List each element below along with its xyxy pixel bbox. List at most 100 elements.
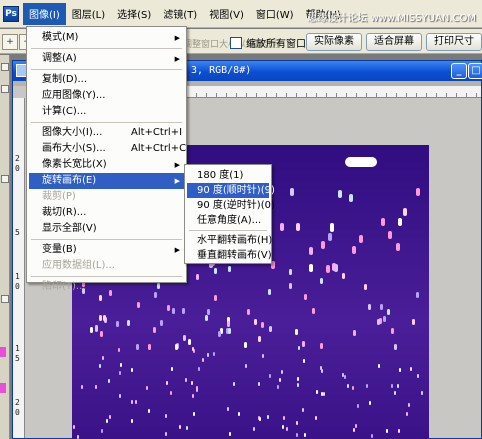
canvas-light-dot [408, 403, 410, 407]
canvas-light-dot [394, 391, 396, 395]
tool-icon[interactable] [1, 85, 9, 93]
rotate-menu-item[interactable]: 90 度(逆时针)(0) [187, 198, 275, 213]
menu-image[interactable]: 图像(I) [23, 2, 66, 25]
canvas-light-dot [218, 331, 221, 337]
image-menu-item: 应用数据组(L)... [29, 258, 184, 274]
rotate-menu-item[interactable]: 任意角度(A)... [187, 213, 269, 228]
canvas-light-dot [188, 339, 191, 345]
image-menu-item: 裁剪(P) [29, 189, 184, 205]
menu-separator [31, 239, 182, 240]
canvas-light-dot [296, 433, 298, 437]
menu-filter[interactable]: 滤镜(T) [157, 3, 203, 25]
tool-icon[interactable] [1, 295, 9, 303]
menu-view[interactable]: 视图(V) [203, 3, 250, 25]
rotate-menu-item[interactable]: 水平翻转画布(H) [187, 233, 272, 248]
canvas-light-dot [81, 385, 83, 389]
canvas-light-dot [268, 289, 271, 295]
canvas-light-dot [399, 368, 401, 372]
menu-item-label: 像素长宽比(X) [42, 159, 107, 170]
tool-icon[interactable] [1, 175, 9, 183]
image-menu-item[interactable]: 计算(C)... [29, 104, 184, 120]
zoom-all-windows-option[interactable]: 缩放所有窗口 [230, 35, 306, 50]
menu-select[interactable]: 选择(S) [111, 3, 157, 25]
canvas-light-dot [352, 246, 356, 254]
image-menu-item[interactable]: 模式(M) ▶ [29, 30, 184, 46]
canvas-light-dot [364, 284, 367, 290]
fit-screen-button[interactable]: 适合屏幕 [366, 33, 422, 51]
image-menu-item[interactable]: 调整(A) ▶ [29, 51, 184, 67]
canvas-light-dot [192, 347, 194, 351]
canvas-light-dot [353, 428, 355, 432]
menu-item-label: 计算(C)... [42, 106, 87, 117]
zoom-in-icon[interactable]: + [2, 34, 18, 50]
minimize-icon[interactable]: _ [451, 63, 467, 79]
canvas-light-dot [253, 427, 255, 431]
canvas-light-dot [377, 319, 380, 325]
canvas-light-dot [170, 391, 172, 395]
menu-separator [189, 230, 267, 231]
image-menu-item[interactable]: 变量(B) ▶ [29, 242, 184, 258]
canvas-light-dot [207, 309, 210, 315]
image-menu-item[interactable]: 复制(D)... [29, 72, 184, 88]
actual-pixels-button[interactable]: 实际像素 [306, 33, 362, 51]
tool-icon[interactable] [1, 63, 9, 71]
print-size-button[interactable]: 打印尺寸 [426, 33, 482, 51]
canvas-light-dot [398, 429, 400, 433]
canvas-light-dot [146, 386, 148, 390]
image-menu-item[interactable]: 裁切(R)... [29, 205, 184, 221]
canvas-light-dot [258, 382, 260, 386]
canvas-light-dot [259, 417, 261, 421]
canvas-light-dot [391, 328, 394, 334]
canvas-light-dot [186, 426, 188, 430]
canvas-light-dot [330, 224, 334, 232]
zoom-all-windows-checkbox[interactable] [230, 36, 242, 49]
canvas-light-dot [137, 302, 140, 308]
canvas-light-dot [102, 356, 104, 360]
photoshop-app-icon[interactable]: Ps [3, 5, 19, 22]
canvas-light-dot [258, 336, 261, 342]
menu-layer[interactable]: 图层(L) [66, 3, 111, 25]
menu-window[interactable]: 窗口(W) [250, 3, 300, 25]
rotate-menu-item[interactable]: 180 度(1) [187, 168, 269, 183]
canvas-light-dot [320, 343, 323, 349]
canvas-light-dot [280, 223, 284, 231]
menu-item-label: 画布大小(S)... [42, 143, 106, 154]
foreground-color-swatch[interactable] [0, 347, 6, 357]
canvas-light-dot [99, 364, 101, 368]
canvas-light-dot [165, 414, 167, 418]
canvas-light-dot [309, 247, 313, 255]
canvas-light-dot [302, 408, 304, 412]
submenu-arrow-icon: ▶ [174, 246, 180, 254]
canvas-light-dot [233, 382, 235, 386]
image-menu-item[interactable]: 图像大小(I)... Alt+Ctrl+I [29, 125, 184, 141]
menu-item-label: 裁切(R)... [42, 207, 87, 218]
canvas-light-dot [290, 188, 294, 196]
canvas-light-dot [281, 370, 283, 374]
canvas-light-dot [148, 409, 150, 413]
menu-item-shortcut: Alt+Ctrl+I [131, 127, 183, 138]
canvas-light-dot [202, 358, 204, 362]
canvas-light-dot [228, 266, 231, 272]
background-color-swatch[interactable] [0, 383, 6, 393]
image-menu-item[interactable]: 旋转画布(E) ▶ [29, 173, 184, 189]
canvas-light-dot [304, 294, 307, 300]
rotate-menu-item[interactable]: 垂直翻转画布(V) [187, 248, 272, 263]
canvas-light-dot [131, 368, 133, 372]
maximize-icon[interactable]: □ [468, 63, 482, 79]
canvas-light-dot [387, 309, 390, 315]
canvas-light-dot [357, 404, 359, 408]
ruler-label: 0 [15, 164, 20, 173]
canvas-light-dot [371, 434, 373, 438]
canvas-light-dot [165, 432, 167, 436]
image-menu-item[interactable]: 画布大小(S)... Alt+Ctrl+C [29, 141, 186, 157]
canvas-light-dot [214, 295, 217, 301]
image-menu-item[interactable]: 应用图像(Y)... [29, 88, 184, 104]
canvas-light-dot [277, 385, 279, 389]
canvas-light-dot [90, 327, 93, 333]
menu-bar: Ps 图像(I) 图层(L) 选择(S) 滤镜(T) 视图(V) 窗口(W) 帮… [0, 0, 482, 28]
image-menu-item[interactable]: 像素长宽比(X) ▶ [29, 157, 184, 173]
rotate-menu-item[interactable]: 90 度(顺时针)(9) [187, 183, 275, 198]
image-menu-item[interactable]: 显示全部(V) [29, 221, 184, 237]
canvas-light-dot [160, 320, 163, 326]
vertical-ruler[interactable]: 2 0 5 1 0 1 5 2 0 [13, 98, 25, 438]
